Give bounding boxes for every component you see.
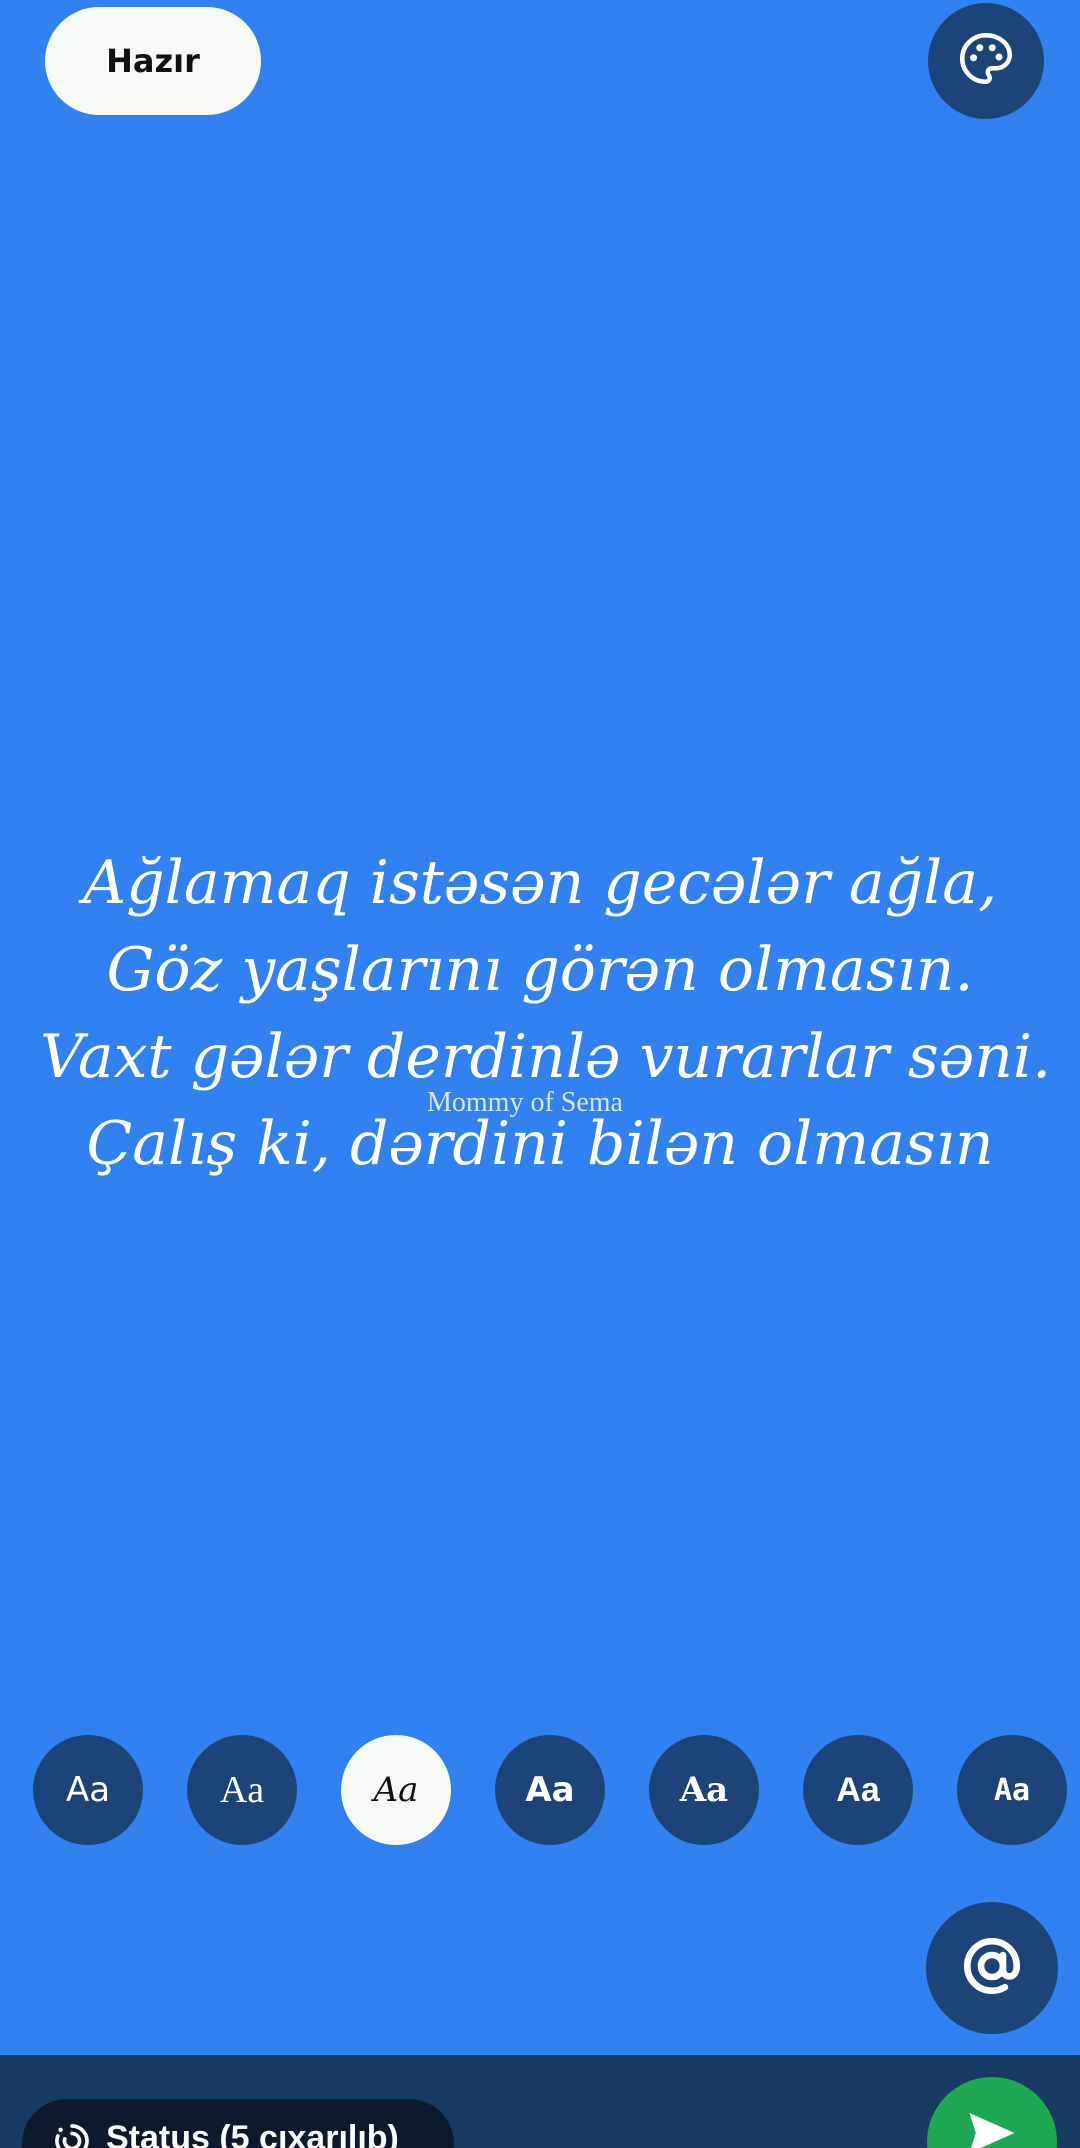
font-option-label: Aa	[525, 1770, 575, 1810]
status-text-line: Ağlamaq istəsən gecələr ağla,	[82, 848, 998, 918]
status-text-line: Göz yaşlarını görən olmasın.	[106, 935, 974, 1005]
send-button[interactable]	[927, 2077, 1057, 2148]
send-icon	[962, 2103, 1022, 2148]
font-picker: Aa Aa Aa Aa Aa Aa Aa	[0, 1735, 1080, 1847]
done-button[interactable]: Hazır	[45, 7, 261, 115]
font-option-label: Aa	[679, 1770, 729, 1810]
color-palette-button[interactable]	[928, 3, 1044, 119]
status-icon	[52, 2121, 92, 2148]
font-option-serif[interactable]: Aa	[187, 1735, 297, 1845]
status-text[interactable]: Ağlamaq istəsən gecələr ağla, Göz yaşlar…	[40, 840, 1051, 1188]
font-option-label: Aa	[836, 1770, 880, 1809]
bottom-bar: Status (5 çıxarılıb)	[0, 2055, 1080, 2148]
font-option-label: Aa	[993, 1772, 1031, 1808]
status-audience-label: Status (5 çıxarılıb)	[106, 2119, 399, 2148]
font-option-script[interactable]: Aa	[341, 1735, 451, 1845]
mention-button[interactable]	[926, 1902, 1058, 2034]
font-option-slab[interactable]: Aa	[649, 1735, 759, 1845]
font-option-label: Aa	[65, 1770, 111, 1810]
status-audience-button[interactable]: Status (5 çıxarılıb)	[22, 2099, 454, 2148]
font-option-sans[interactable]: Aa	[33, 1735, 143, 1845]
font-option-mono[interactable]: Aa	[957, 1735, 1067, 1845]
font-option-label: Aa	[219, 1769, 265, 1811]
text-status-canvas[interactable]: Hazır Ağlamaq istəsən gecələr ağla, Göz …	[0, 0, 1080, 2055]
font-option-label: Aa	[373, 1770, 419, 1810]
palette-icon	[956, 29, 1016, 93]
watermark-text: Mommy of Sema	[427, 1087, 623, 1118]
done-button-label: Hazır	[106, 42, 200, 80]
font-option-bold[interactable]: Aa	[803, 1735, 913, 1845]
font-option-rounded[interactable]: Aa	[495, 1735, 605, 1845]
at-icon	[959, 1933, 1025, 2003]
